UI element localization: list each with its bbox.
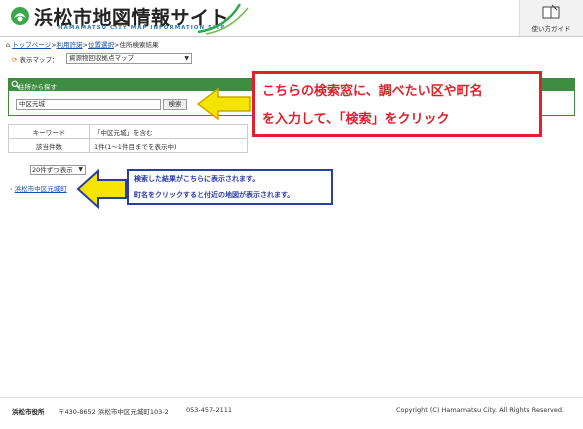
footer-tel: 053-457-2111 (186, 406, 233, 414)
guide-book-icon (542, 4, 560, 19)
table-row: キーワード 「中区元城」を含む (8, 124, 248, 139)
callout-results-line2: 町名をクリックすると付近の地図が表示されます。 (134, 191, 295, 199)
count-value: 1件(1～1件目までを表示中) (89, 138, 248, 153)
guide-label[interactable]: 使い方ガイド (522, 23, 580, 33)
map-select-value: 資源物回収拠点マップ (69, 54, 134, 62)
list-item: › 浜松市中区元城町 (10, 183, 67, 193)
map-select[interactable]: 資源物回収拠点マップ ▼ (66, 53, 192, 64)
footer-org: 浜松市役所 (12, 408, 45, 416)
footer-copyright: Copyright (C) Hamamatsu City. All Rights… (396, 406, 565, 414)
city-logo-icon[interactable] (10, 6, 30, 26)
table-row: 該当件数 1件(1～1件目までを表示中) (8, 138, 248, 153)
result-link[interactable]: 浜松市中区元城町 (15, 185, 67, 193)
map-select-row: ⟳ 表示マップ： 資源物回収拠点マップ ▼ (12, 53, 192, 64)
home-icon[interactable]: ⌂ (6, 41, 10, 49)
pointer-arrow-icon (76, 168, 127, 210)
callout-search-line2: を入力して、「検索」をクリック (262, 112, 450, 127)
footer-divider (0, 397, 583, 398)
logo-swoosh-decoration (197, 3, 249, 35)
callout-search-line1: こちらの検索窓に、調べたい区や町名 (262, 84, 483, 99)
footer-address: 〒430-8652 浜松市中区元城町103-2 (58, 408, 169, 416)
chevron-down-icon: ▼ (184, 55, 189, 62)
keyword-value: 「中区元城」を含む (89, 124, 248, 139)
map-refresh-icon: ⟳ (12, 56, 18, 64)
pointer-arrow-icon (196, 87, 251, 121)
address-search-input[interactable]: 中区元城 (16, 99, 161, 110)
result-summary-table: キーワード 「中区元城」を含む 該当件数 1件(1～1件目までを表示中) (8, 124, 248, 153)
keyword-label: キーワード (8, 124, 90, 139)
map-select-label: 表示マップ： (19, 56, 59, 64)
per-page-value: 20件ずつ表示 (32, 166, 73, 174)
count-label: 該当件数 (8, 138, 90, 153)
search-button[interactable]: 検索 (163, 99, 187, 110)
bullet-icon: › (10, 185, 13, 193)
breadcrumb-location[interactable]: 位置選択 (88, 41, 114, 49)
callout-results-line1: 検索した結果がこちらに表示されます。 (134, 175, 260, 183)
header-divider (0, 36, 583, 37)
breadcrumb-license[interactable]: 利用許諾 (57, 41, 83, 49)
search-panel-title: 住所から探す (18, 83, 57, 91)
breadcrumb-top[interactable]: トップページ (12, 41, 51, 49)
breadcrumb: ⌂ トップページ>利用許諾>位置選択>住所検索結果 (6, 39, 158, 49)
breadcrumb-current: 住所検索結果 (119, 41, 159, 49)
